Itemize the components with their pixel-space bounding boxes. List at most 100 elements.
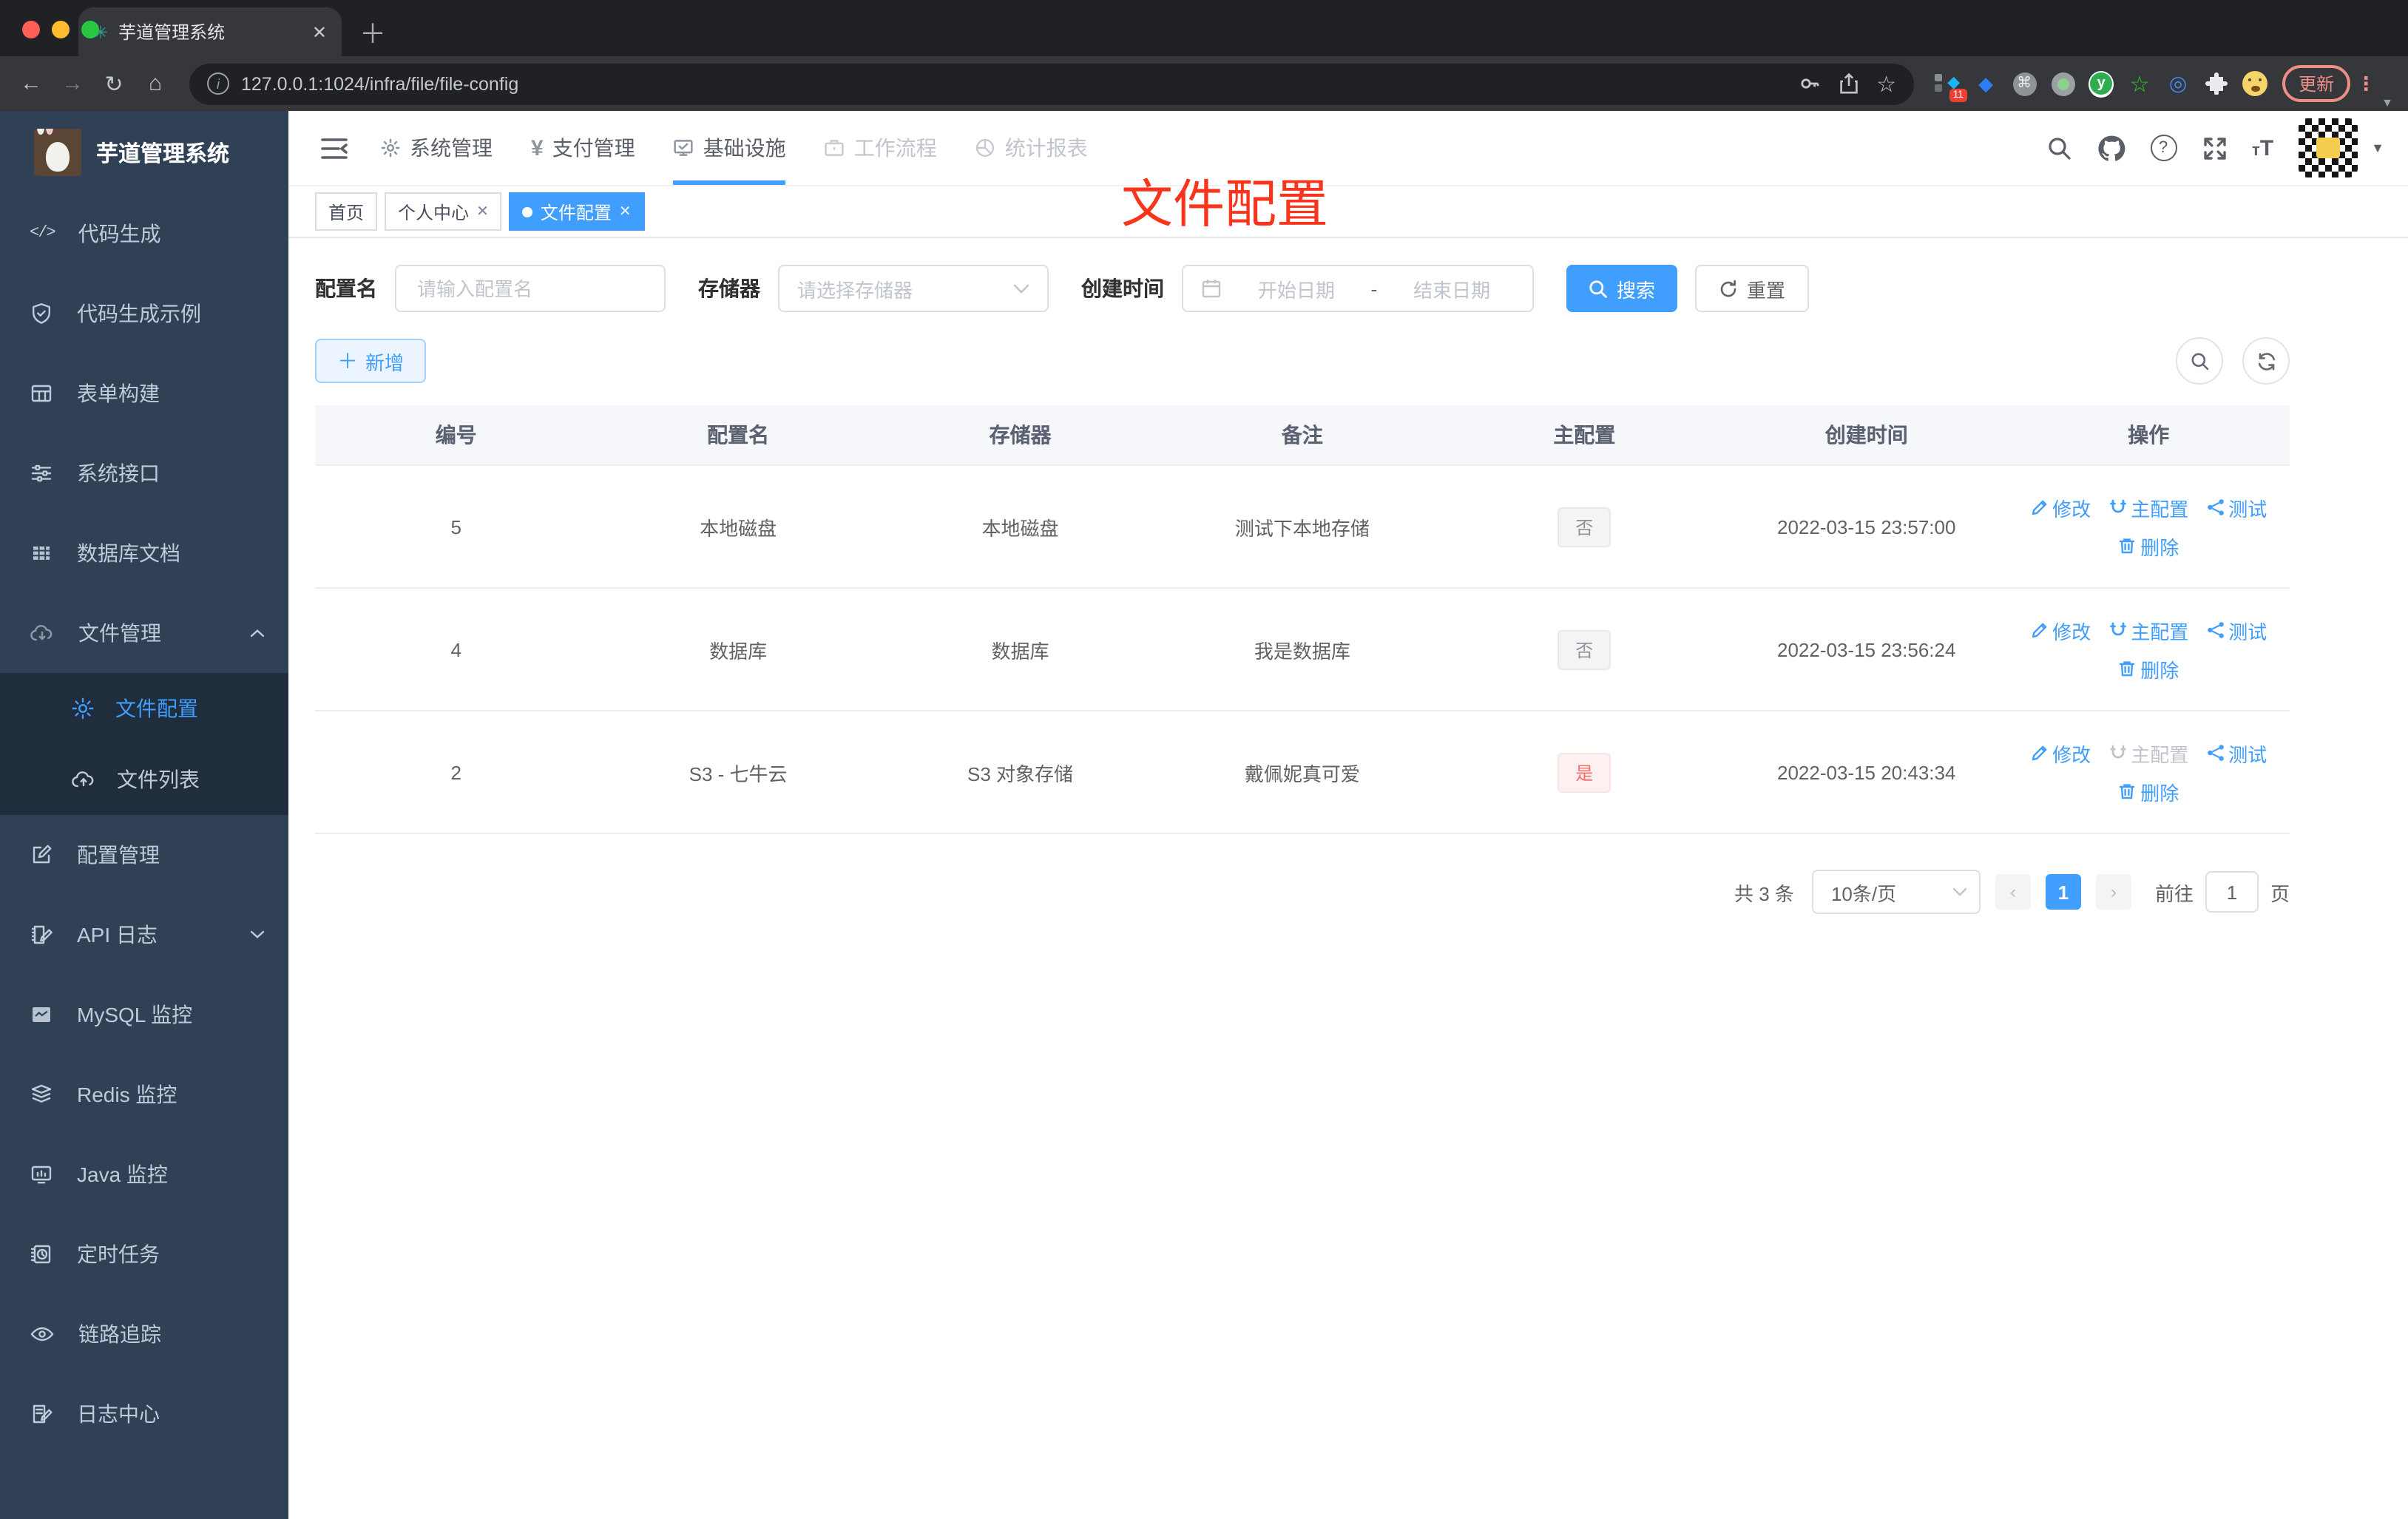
config-name-input[interactable] bbox=[414, 276, 646, 301]
current-page-button[interactable]: 1 bbox=[2045, 874, 2081, 910]
github-icon[interactable] bbox=[2097, 135, 2125, 161]
sidebar-item-java-monitor[interactable]: Java 监控 bbox=[0, 1134, 288, 1214]
back-icon[interactable]: ← bbox=[12, 64, 50, 103]
sidebar-logo[interactable]: 芋道管理系统 bbox=[0, 111, 288, 194]
search-icon[interactable] bbox=[2046, 135, 2072, 160]
toolbar-corner-caret-icon[interactable]: ▼ bbox=[2381, 96, 2393, 109]
puzzle-extensions-icon[interactable] bbox=[2204, 71, 2229, 96]
tag-file-config[interactable]: 文件配置 ✕ bbox=[509, 192, 645, 231]
app-frame: 芋道管理系统 </> 代码生成 代码生成示例 表单构建 系统接口 数据库文档 文… bbox=[0, 111, 2408, 1519]
sidebar-item-file-management[interactable]: 文件管理 bbox=[0, 593, 288, 673]
collapse-sidebar-icon[interactable] bbox=[321, 137, 348, 159]
end-date-placeholder[interactable]: 结束日期 bbox=[1389, 274, 1515, 302]
sidebar-item-file-list[interactable]: 文件列表 bbox=[0, 744, 288, 815]
reload-icon[interactable]: ↻ bbox=[95, 64, 133, 103]
reset-button[interactable]: 重置 bbox=[1695, 265, 1810, 312]
prev-page-button[interactable]: ‹ bbox=[1995, 874, 2031, 910]
tab-system-management[interactable]: 系统管理 bbox=[380, 111, 493, 185]
cell-created: 2022-03-15 23:56:24 bbox=[1725, 588, 2008, 711]
tab-statistics[interactable]: 统计报表 bbox=[975, 111, 1088, 185]
password-key-icon[interactable] bbox=[1798, 72, 1820, 95]
date-range-picker[interactable]: 开始日期 - 结束日期 bbox=[1182, 265, 1534, 312]
close-window-button[interactable] bbox=[22, 21, 40, 38]
goto-page-input[interactable] bbox=[2205, 871, 2259, 913]
tag-profile[interactable]: 个人中心 ✕ bbox=[385, 192, 502, 231]
edit-link[interactable]: 修改 bbox=[2030, 739, 2091, 767]
browser-tab[interactable]: ✳ 芋道管理系统 ✕ bbox=[78, 7, 342, 56]
sidebar-item-redis-monitor[interactable]: Redis 监控 bbox=[0, 1055, 288, 1134]
star-extension-icon[interactable]: ☆ bbox=[2127, 71, 2152, 97]
code-icon: </> bbox=[30, 225, 56, 243]
log-doc-icon bbox=[33, 1404, 53, 1424]
sidebar-item-tracing[interactable]: 链路追踪 bbox=[0, 1294, 288, 1374]
close-icon[interactable]: ✕ bbox=[476, 203, 489, 220]
tab-close-icon[interactable]: ✕ bbox=[312, 21, 327, 42]
sidebar-item-api-log[interactable]: API 日志 bbox=[0, 895, 288, 975]
sidebar-item-log-center[interactable]: 日志中心 bbox=[0, 1374, 288, 1454]
recorder-extension-icon[interactable] bbox=[2050, 71, 2075, 96]
eye-extension-icon[interactable]: ◎ bbox=[2165, 71, 2191, 96]
extension-badge: 11 bbox=[1949, 89, 1968, 102]
sidebar-item-form-builder[interactable]: 表单构建 bbox=[0, 353, 288, 433]
next-page-button[interactable]: › bbox=[2095, 874, 2131, 910]
tab-workflow[interactable]: 工作流程 bbox=[825, 111, 937, 185]
close-icon[interactable]: ✕ bbox=[619, 203, 632, 220]
vue-devtools-extension-icon[interactable]: y bbox=[2089, 70, 2114, 97]
show-search-toggle-button[interactable] bbox=[2176, 337, 2223, 385]
sidebar-item-code-generation[interactable]: </> 代码生成 bbox=[0, 194, 288, 274]
sidebar-item-config-management[interactable]: 配置管理 bbox=[0, 815, 288, 895]
sidebar-item-mysql-monitor[interactable]: MySQL 监控 bbox=[0, 975, 288, 1055]
delete-link[interactable]: 删除 bbox=[2118, 777, 2179, 805]
edit-link[interactable]: 修改 bbox=[2030, 493, 2091, 521]
kite-extension-icon[interactable]: ◆ bbox=[1973, 71, 1998, 96]
new-tab-button[interactable]: ＋ bbox=[354, 13, 392, 52]
profile-avatar-icon[interactable] bbox=[2242, 71, 2268, 96]
sidebar-item-system-api[interactable]: 系统接口 bbox=[0, 433, 288, 513]
share-icon[interactable] bbox=[1838, 72, 1859, 95]
edit-link[interactable]: 修改 bbox=[2030, 616, 2091, 644]
address-bar[interactable]: i 127.0.0.1:1024/infra/file/file-config … bbox=[189, 63, 1915, 104]
help-icon[interactable]: ? bbox=[2150, 135, 2177, 161]
storage-select[interactable]: 请选择存储器 bbox=[778, 265, 1049, 312]
test-link[interactable]: 测试 bbox=[2206, 616, 2267, 644]
start-date-placeholder[interactable]: 开始日期 bbox=[1234, 274, 1359, 302]
sidebar-item-scheduled-tasks[interactable]: 定时任务 bbox=[0, 1214, 288, 1294]
sidebar-item-file-config[interactable]: 文件配置 bbox=[0, 673, 288, 744]
refresh-table-button[interactable] bbox=[2242, 337, 2290, 385]
tab-payment-management[interactable]: ¥ 支付管理 bbox=[531, 111, 635, 185]
test-link[interactable]: 测试 bbox=[2206, 493, 2267, 521]
delete-link[interactable]: 删除 bbox=[2118, 532, 2179, 560]
chrome-update-button[interactable]: 更新 bbox=[2282, 65, 2351, 102]
minimize-window-button[interactable] bbox=[52, 21, 70, 38]
zoom-window-button[interactable] bbox=[81, 21, 99, 38]
tab-infrastructure[interactable]: 基础设施 bbox=[673, 111, 786, 185]
add-button[interactable]: ＋ 新增 bbox=[315, 339, 427, 383]
cell-actions: 修改 主配置 测试 删除 bbox=[2007, 588, 2290, 711]
storage-label: 存储器 bbox=[698, 277, 760, 300]
user-avatar[interactable] bbox=[2299, 118, 2358, 177]
cell-created: 2022-03-15 20:43:34 bbox=[1725, 711, 2008, 834]
master-config-link[interactable]: 主配置 bbox=[2108, 493, 2188, 521]
sidebar-item-db-doc[interactable]: 数据库文档 bbox=[0, 513, 288, 593]
tag-home[interactable]: 首页 bbox=[315, 192, 378, 231]
bookmark-star-icon[interactable]: ☆ bbox=[1876, 70, 1896, 97]
site-info-icon[interactable]: i bbox=[207, 72, 229, 95]
delete-link[interactable]: 删除 bbox=[2118, 654, 2179, 683]
browser-menu-icon[interactable]: ⋮ bbox=[2356, 72, 2375, 95]
fullscreen-icon[interactable] bbox=[2202, 135, 2227, 160]
master-config-link[interactable]: 主配置 bbox=[2108, 616, 2188, 644]
font-size-icon[interactable]: тT bbox=[2252, 135, 2273, 160]
pinned-extension-icon[interactable]: ◆ 11 bbox=[1935, 71, 1968, 102]
test-link[interactable]: 测试 bbox=[2206, 739, 2267, 767]
master-tag: 否 bbox=[1558, 629, 1611, 669]
col-master: 主配置 bbox=[1443, 405, 1726, 466]
top-header: 系统管理 ¥ 支付管理 基础设施 工作流程 统计报表 ? тT ▼ bbox=[288, 111, 2408, 186]
master-config-link[interactable]: 主配置 bbox=[2108, 739, 2188, 767]
search-button[interactable]: 搜索 bbox=[1566, 265, 1678, 312]
page-size-select[interactable]: 10条/页 bbox=[1811, 870, 1981, 914]
home-icon[interactable]: ⌂ bbox=[136, 64, 175, 103]
magnet-icon bbox=[2109, 745, 2125, 759]
command-extension-icon[interactable]: ⌘ bbox=[2012, 71, 2037, 96]
forward-icon[interactable]: → bbox=[53, 64, 92, 103]
sidebar-item-code-demo[interactable]: 代码生成示例 bbox=[0, 274, 288, 353]
